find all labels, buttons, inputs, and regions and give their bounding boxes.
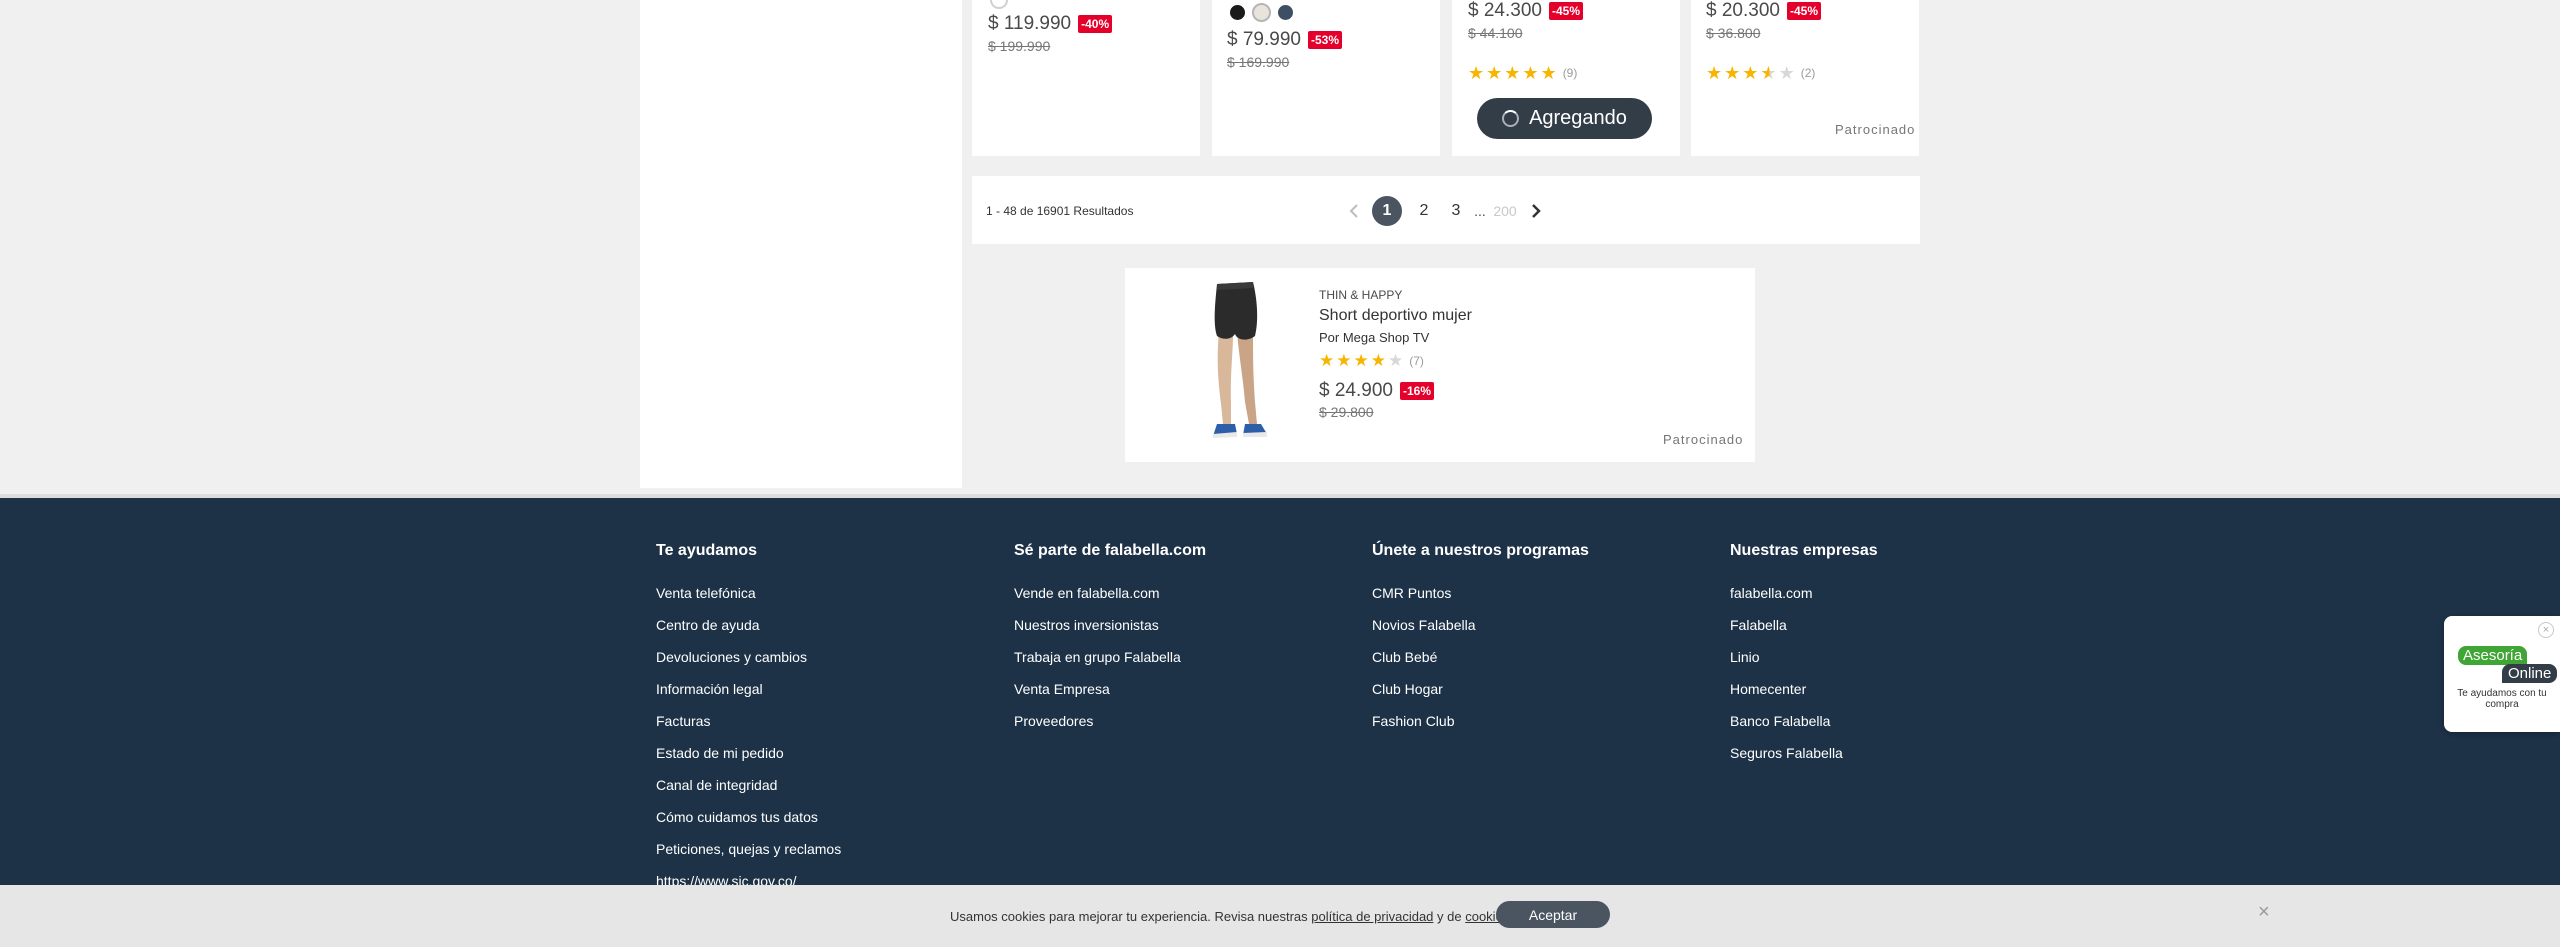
product-price: $ 20.300 xyxy=(1706,0,1780,21)
footer-link[interactable]: Club Bebé xyxy=(1372,649,1589,681)
star-rating: ★★★★★ xyxy=(1468,63,1559,83)
close-icon[interactable]: × xyxy=(2538,622,2554,638)
footer-link[interactable]: Falabella xyxy=(1730,617,1878,649)
footer-link[interactable]: Linio xyxy=(1730,649,1878,681)
product-brand: THIN & HAPPY xyxy=(1319,288,1403,302)
product-card[interactable]: $ 79.990 -53% $ 169.990 xyxy=(1212,0,1440,156)
color-swatch[interactable] xyxy=(1278,5,1293,20)
rating: ★★★★★ (2) xyxy=(1706,64,1815,82)
product-seller: Por Mega Shop TV xyxy=(1319,330,1430,345)
review-count: (7) xyxy=(1409,353,1424,368)
product-image[interactable] xyxy=(1173,274,1273,446)
add-to-cart-button[interactable]: Agregando xyxy=(1477,98,1652,139)
footer-link[interactable]: Fashion Club xyxy=(1372,713,1589,745)
old-price: $ 44.100 xyxy=(1468,25,1523,41)
footer: Te ayudamos Venta telefónica Centro de a… xyxy=(0,494,2560,947)
discount-badge: -53% xyxy=(1307,31,1342,49)
product-price: $ 79.990 xyxy=(1227,29,1301,50)
loading-spinner-icon xyxy=(1502,110,1520,127)
chevron-right-icon[interactable] xyxy=(1526,196,1546,226)
discount-badge: -40% xyxy=(1078,15,1113,33)
footer-link[interactable]: Peticiones, quejas y reclamos xyxy=(656,841,841,873)
footer-link[interactable]: Venta telefónica xyxy=(656,585,841,617)
footer-link[interactable]: Proveedores xyxy=(1014,713,1206,745)
cookie-banner: Usamos cookies para mejorar tu experienc… xyxy=(0,885,2560,947)
footer-link[interactable]: Venta Empresa xyxy=(1014,681,1206,713)
discount-badge: -16% xyxy=(1399,382,1434,400)
footer-column-join: Sé parte de falabella.com Vende en falab… xyxy=(1014,542,1206,745)
footer-column-help: Te ayudamos Venta telefónica Centro de a… xyxy=(656,542,841,905)
footer-link[interactable]: Club Hogar xyxy=(1372,681,1589,713)
footer-link[interactable]: Canal de integridad xyxy=(656,777,841,809)
footer-column-title: Sé parte de falabella.com xyxy=(1014,542,1207,559)
chat-bubble-label: Asesoría xyxy=(2458,646,2528,665)
last-page-button[interactable]: 200 xyxy=(1490,196,1520,226)
privacy-policy-link[interactable]: política de privacidad xyxy=(1311,909,1433,924)
pagination-bar: 1 - 48 de 16901 Resultados 1 2 3 ... 200 xyxy=(972,176,1920,244)
product-card[interactable]: $ 20.300 -45% $ 36.800 ★★★★★ (2) Patroci… xyxy=(1691,0,1919,156)
discount-badge: -45% xyxy=(1548,2,1583,20)
page-2-button[interactable]: 2 xyxy=(1414,196,1434,226)
star-rating: ★★★★★ xyxy=(1706,63,1797,83)
footer-link[interactable]: CMR Puntos xyxy=(1372,585,1589,617)
rating: ★★★★★ (7) xyxy=(1319,352,1424,369)
old-price: $ 29.800 xyxy=(1319,404,1374,420)
page-1-button[interactable]: 1 xyxy=(1372,196,1402,226)
footer-link[interactable]: Información legal xyxy=(656,681,841,713)
product-price: $ 24.300 xyxy=(1468,0,1542,21)
footer-column-companies: Nuestras empresas falabella.com Falabell… xyxy=(1730,542,1878,777)
footer-column-title: Únete a nuestros programas xyxy=(1372,542,1589,559)
chat-bubble-label: Online xyxy=(2502,664,2558,683)
product-card[interactable]: $ 119.990 -40% $ 199.990 xyxy=(972,0,1200,156)
product-price: $ 119.990 xyxy=(988,13,1072,34)
old-price: $ 36.800 xyxy=(1706,25,1761,41)
filter-sidebar xyxy=(640,0,962,488)
footer-link[interactable]: falabella.com xyxy=(1730,585,1878,617)
pagination-ellipsis: ... xyxy=(1474,203,1486,219)
color-swatch[interactable] xyxy=(990,0,1008,9)
footer-link[interactable]: Vende en falabella.com xyxy=(1014,585,1206,617)
footer-link[interactable]: Devoluciones y cambios xyxy=(656,649,841,681)
discount-badge: -45% xyxy=(1786,2,1821,20)
old-price: $ 199.990 xyxy=(988,38,1051,54)
footer-link[interactable]: Novios Falabella xyxy=(1372,617,1589,649)
sponsored-label: Patrocinado xyxy=(1663,432,1744,447)
close-icon[interactable]: × xyxy=(2258,901,2270,924)
cookie-text: y de xyxy=(1433,909,1466,924)
footer-link[interactable]: Estado de mi pedido xyxy=(656,745,841,777)
add-button-label: Agregando xyxy=(1529,107,1627,129)
footer-column-programs: Únete a nuestros programas CMR Puntos No… xyxy=(1372,542,1589,745)
footer-column-title: Te ayudamos xyxy=(656,542,758,559)
review-count: (9) xyxy=(1562,66,1578,80)
color-swatch[interactable] xyxy=(1252,3,1271,22)
footer-link[interactable]: Seguros Falabella xyxy=(1730,745,1878,777)
cookie-message: Usamos cookies para mejorar tu experienc… xyxy=(950,909,1513,924)
footer-link[interactable]: Nuestros inversionistas xyxy=(1014,617,1206,649)
review-count: (2) xyxy=(1800,66,1816,80)
sponsored-product-card[interactable]: THIN & HAPPY Short deportivo mujer Por M… xyxy=(1125,268,1755,462)
cookie-text: Usamos cookies para mejorar tu experienc… xyxy=(950,909,1312,924)
results-count: 1 - 48 de 16901 Resultados xyxy=(986,204,1134,218)
old-price: $ 169.990 xyxy=(1227,54,1290,70)
chevron-left-icon[interactable] xyxy=(1344,196,1364,226)
footer-link[interactable]: Trabaja en grupo Falabella xyxy=(1014,649,1206,681)
color-swatches xyxy=(1230,3,1293,22)
product-title[interactable]: Short deportivo mujer xyxy=(1319,307,1472,325)
footer-link[interactable]: Centro de ayuda xyxy=(656,617,841,649)
footer-link[interactable]: Banco Falabella xyxy=(1730,713,1878,745)
sponsored-label: Patrocinado xyxy=(1835,122,1916,137)
chat-widget[interactable]: × Asesoría Online Te ayudamos con tu com… xyxy=(2444,616,2560,732)
footer-link[interactable]: Homecenter xyxy=(1730,681,1878,713)
rating: ★★★★★ (9) xyxy=(1468,64,1577,82)
color-swatch[interactable] xyxy=(1230,5,1245,20)
product-price: $ 24.900 xyxy=(1319,380,1393,401)
chat-subtitle: Te ayudamos con tu compra xyxy=(2457,688,2547,710)
accept-cookies-button[interactable]: Aceptar xyxy=(1496,901,1610,928)
footer-link[interactable]: Facturas xyxy=(656,713,841,745)
star-rating: ★★★★★ xyxy=(1319,351,1406,370)
page-3-button[interactable]: 3 xyxy=(1446,196,1466,226)
footer-link[interactable]: Cómo cuidamos tus datos xyxy=(656,809,841,841)
footer-column-title: Nuestras empresas xyxy=(1730,542,1878,559)
